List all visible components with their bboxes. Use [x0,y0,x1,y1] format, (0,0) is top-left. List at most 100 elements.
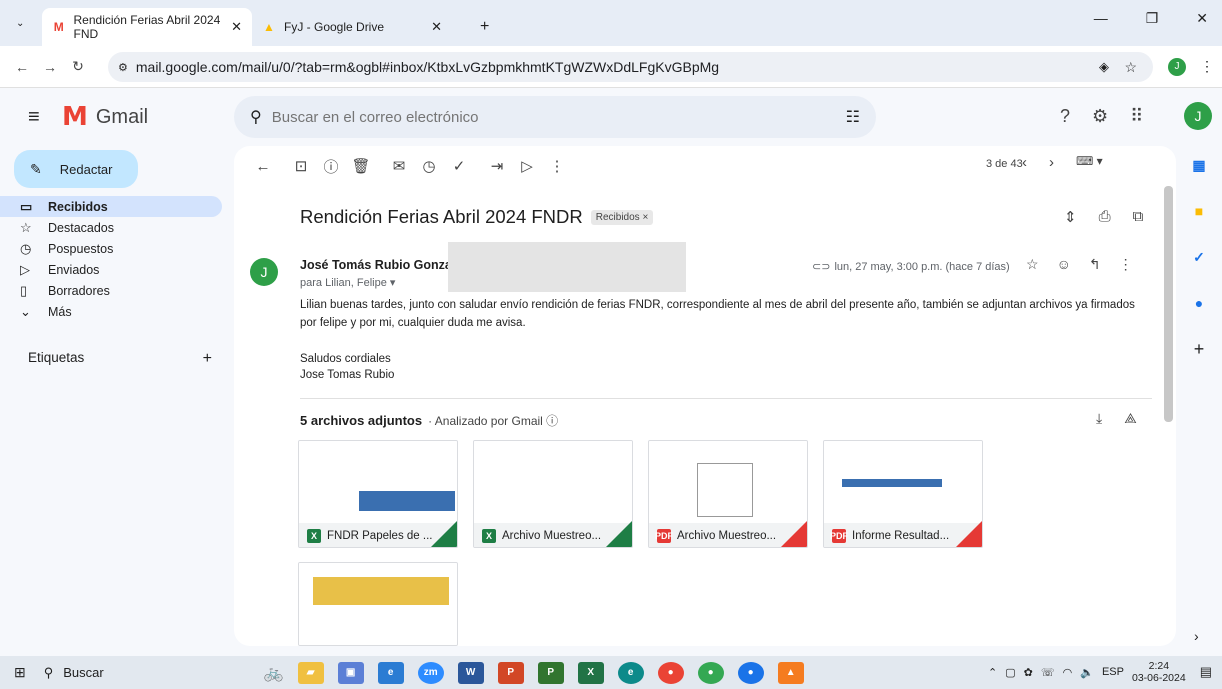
language-indicator[interactable]: ESP [1102,666,1124,678]
powerpoint-icon[interactable]: P [497,661,524,684]
project-icon[interactable]: P [537,661,564,684]
sender-name[interactable]: José Tomás Rubio Gonza [300,258,452,272]
sidebar-item-inbox[interactable]: ▭ Recibidos [0,196,222,217]
open-new-window-icon[interactable]: ⧉ [1133,208,1144,226]
attachment-card[interactable]: X Archivo Muestreo... [473,440,633,548]
contacts-icon[interactable]: ● [1188,292,1210,314]
recipients[interactable]: para Lilian, Felipe ▾ [300,276,395,289]
sidebar-item-drafts[interactable]: ▯ Borradores [0,280,222,301]
clock[interactable]: 2:24 03-06-2024 [1132,660,1186,684]
move-to-icon[interactable]: ⇥ [482,157,512,175]
newer-icon[interactable]: ‹ [1022,154,1027,171]
teams-icon[interactable]: ▣ [337,661,364,684]
zoom-icon[interactable]: zm [417,661,444,684]
back-to-inbox-icon[interactable]: ← [248,158,278,175]
close-icon[interactable]: ✕ [231,19,242,35]
scrollbar[interactable] [1164,186,1173,422]
older-icon[interactable]: › [1049,154,1054,171]
mark-unread-icon[interactable]: ✉ [384,157,414,175]
volume-icon[interactable]: 🔈 [1080,666,1094,679]
sender-avatar[interactable]: J [250,258,278,286]
label-icon[interactable]: ▷ [512,157,542,175]
star-icon[interactable]: ☆ [1026,256,1039,273]
snooze-icon[interactable]: ◷ [414,157,444,175]
keep-icon[interactable]: ■ [1188,200,1210,222]
sidebar-item-snoozed[interactable]: ◷ Pospuestos [0,238,222,259]
help-icon[interactable]: ? [1060,106,1070,127]
edge-legacy-icon[interactable]: e [377,661,404,684]
bike-widget-icon[interactable]: 🚲 [264,663,284,683]
back-icon[interactable]: ← [8,59,36,75]
file-explorer-icon[interactable]: ▰ [297,661,324,684]
report-spam-icon[interactable]: ⓘ [316,156,346,177]
site-info-icon[interactable]: ⚙ [118,61,128,74]
wifi-icon[interactable]: ◠ [1063,666,1073,679]
url-text[interactable]: mail.google.com/mail/u/0/?tab=rm&ogbl#in… [136,59,719,75]
compose-button[interactable]: ✎ Redactar [14,150,138,188]
sidebar-item-sent[interactable]: ▷ Enviados [0,259,222,280]
main-menu-icon[interactable]: ≡ [28,106,40,129]
add-to-drive-icon[interactable]: ⟁ [1124,410,1137,427]
apps-grid-icon[interactable]: ⠿ [1130,106,1143,127]
tasks-icon[interactable]: ✓ [1188,246,1210,268]
network-icon[interactable]: ☏ [1041,666,1055,679]
search-bar[interactable]: ⚲ ☷ [234,96,876,138]
profile-avatar[interactable]: J [1168,57,1186,76]
reload-icon[interactable]: ↻ [64,58,92,75]
close-icon[interactable]: ✕ [431,19,442,35]
search-options-icon[interactable]: ☷ [846,107,860,127]
notifications-icon[interactable]: ▤ [1200,664,1212,680]
input-tools-icon[interactable]: ⌨ ▾ [1076,154,1103,171]
sidebar-item-starred[interactable]: ☆ Destacados [0,217,222,238]
attachment-card[interactable] [298,562,458,646]
archive-icon[interactable]: ⊡ [286,157,316,175]
word-icon[interactable]: W [457,661,484,684]
delete-icon[interactable]: 🗑 [346,157,376,175]
tab-drive[interactable]: ▲ FyJ - Google Drive ✕ [252,8,480,46]
excel-icon[interactable]: X [577,661,604,684]
calendar-icon[interactable]: ▦ [1188,154,1210,176]
expand-icon[interactable]: ⇕ [1064,208,1077,226]
add-task-icon[interactable]: ✓ [444,157,474,175]
bookmark-star-icon[interactable]: ☆ [1124,59,1137,76]
settings-icon[interactable]: ⚙ [1092,106,1108,127]
chrome-icon[interactable]: ● [657,661,684,684]
reply-icon[interactable]: ↰ [1089,256,1101,273]
tab-search-icon[interactable]: ⌄ [16,18,24,29]
tray-colors-icon[interactable]: ✿ [1024,666,1033,679]
new-tab-button[interactable]: + [480,18,489,36]
app-icon[interactable]: ▲ [777,661,804,684]
chip-close-icon[interactable]: × [642,212,648,223]
window-close-icon[interactable]: ✕ [1196,10,1208,27]
attachment-card[interactable]: PDF Informe Resultad... [823,440,983,548]
tab-gmail[interactable]: M Rendición Ferias Abril 2024 FND ✕ [42,8,252,46]
extension-icon[interactable]: ◈ [1099,59,1109,75]
search-icon[interactable]: ⚲ [250,107,262,127]
download-all-icon[interactable]: ⤓ [1096,410,1102,427]
get-addons-icon[interactable]: + [1188,338,1210,360]
forward-icon[interactable]: → [36,59,64,75]
browser-menu-icon[interactable]: ⋮ [1200,58,1214,75]
attachment-card[interactable]: X FNDR Papeles de ... [298,440,458,548]
more-options-icon[interactable]: ⋮ [542,157,572,175]
search-input[interactable] [271,108,812,126]
taskbar-search[interactable]: ⚲ Buscar [34,660,234,686]
windows-start-icon[interactable]: ⊞ [14,664,26,681]
add-label-button[interactable]: + [203,350,212,368]
hide-side-panel-icon[interactable]: › [1194,628,1199,644]
sidebar-item-more[interactable]: ⌄ Más [0,301,222,322]
chrome-profile-2-icon[interactable]: ● [737,661,764,684]
emoji-icon[interactable]: ☺ [1057,256,1071,273]
minimize-icon[interactable]: — [1094,10,1108,27]
omnibox[interactable]: ⚙ mail.google.com/mail/u/0/?tab=rm&ogbl#… [108,52,1153,82]
more-icon[interactable]: ⋮ [1119,256,1133,273]
attachment-card[interactable]: PDF Archivo Muestreo... [648,440,808,548]
print-icon[interactable]: ⎙ [1099,208,1111,226]
tray-app-icon[interactable]: ▢ [1005,666,1015,679]
restore-icon[interactable]: ❐ [1146,10,1159,27]
account-avatar[interactable]: J [1184,102,1212,130]
inbox-label-chip[interactable]: Recibidos × [590,209,654,225]
gmail-logo[interactable]: M Gmail [62,102,148,132]
tray-expand-icon[interactable]: ⌃ [988,666,997,679]
chrome-profile-icon[interactable]: ● [697,661,724,684]
